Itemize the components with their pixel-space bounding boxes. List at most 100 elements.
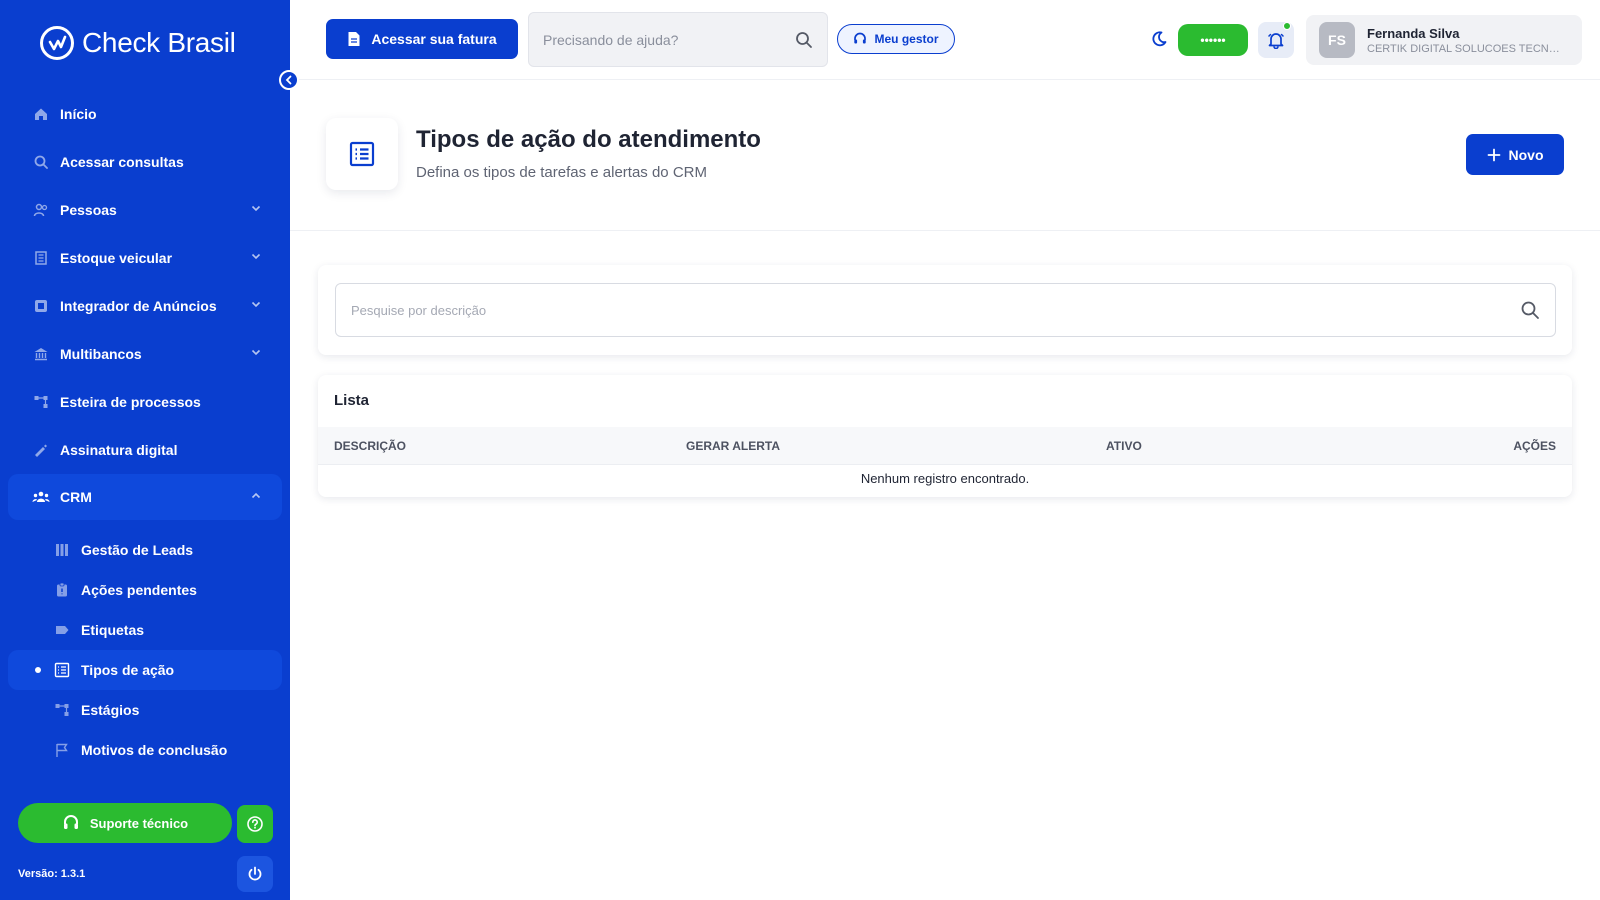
columns-icon <box>53 541 71 559</box>
page-subtitle: Defina os tipos de tarefas e alertas do … <box>416 164 707 181</box>
support-button[interactable]: Suporte técnico <box>18 803 232 843</box>
header-divider <box>290 230 1600 231</box>
description-search-input[interactable] <box>351 302 1520 318</box>
tag-icon <box>53 621 71 639</box>
chevron-down-icon <box>251 301 261 308</box>
dark-mode-toggle[interactable] <box>1148 28 1170 50</box>
column-description[interactable]: DESCRIÇÃO <box>334 439 406 453</box>
search-icon[interactable] <box>1520 300 1540 320</box>
search-icon <box>32 153 50 171</box>
avatar: FS <box>1319 22 1355 58</box>
ads-icon <box>32 297 50 315</box>
headset-icon <box>854 32 867 44</box>
sidebar-subitem-gestao-leads[interactable]: Gestão de Leads <box>8 530 282 570</box>
building-icon <box>32 249 50 267</box>
sidebar-subitem-motivos-conclusao[interactable]: Motivos de conclusão <box>8 730 282 770</box>
headset-icon <box>63 815 78 829</box>
support-label: Suporte técnico <box>89 815 189 831</box>
sidebar-subitem-label: Ações pendentes <box>81 582 197 598</box>
help-search-input[interactable] <box>543 31 795 48</box>
column-active[interactable]: ATIVO <box>1106 439 1142 453</box>
logout-button[interactable] <box>237 856 273 892</box>
page-title: Tipos de ação do atendimento <box>416 126 761 153</box>
topbar: Acessar sua fatura Meu gestor •••••• FS … <box>290 0 1600 80</box>
list-title: Lista <box>334 392 370 409</box>
sidebar-item-acessar-consultas[interactable]: Acessar consultas <box>8 138 282 186</box>
sidebar-subitem-acoes-pendentes[interactable]: Ações pendentes <box>8 570 282 610</box>
brand-name: Check Brasil <box>82 27 236 58</box>
flow-icon <box>32 393 50 411</box>
sidebar-item-multibancos[interactable]: Multibancos <box>8 330 282 378</box>
sidebar-item-label: Integrador de Anúncios <box>60 298 217 314</box>
power-icon <box>248 866 262 881</box>
description-search-box <box>335 283 1556 337</box>
page-header-icon <box>326 118 398 190</box>
access-invoice-label: Acessar sua fatura <box>371 31 497 47</box>
sidebar-subitem-label: Etiquetas <box>81 622 145 638</box>
chevron-left-icon <box>285 75 292 85</box>
chevron-down-icon <box>251 349 261 356</box>
sidebar-item-pessoas[interactable]: Pessoas <box>8 186 282 234</box>
sidebar-item-esteira-processos[interactable]: Esteira de processos <box>8 378 282 426</box>
home-icon <box>32 105 50 123</box>
user-menu[interactable]: FS Fernanda Silva CERTIK DIGITAL SOLUCOE… <box>1306 15 1582 65</box>
chevron-up-icon <box>251 492 261 499</box>
sidebar-item-label: Multibancos <box>60 346 142 362</box>
sidebar-subitem-label: Gestão de Leads <box>81 542 194 558</box>
sidebar-subitem-etiquetas[interactable]: Etiquetas <box>8 610 282 650</box>
my-manager-label: Meu gestor <box>874 32 939 46</box>
sidebar-item-label: Acessar consultas <box>60 154 184 170</box>
sidebar: Check Brasil Início Acessar consultas Pe… <box>0 0 299 900</box>
sidebar-item-label: Início <box>60 106 97 122</box>
list-card: Lista DESCRIÇÃO GERAR ALERTA ATIVO AÇÕES… <box>318 375 1572 497</box>
column-generate-alert[interactable]: GERAR ALERTA <box>686 439 780 453</box>
clipboard-icon <box>53 581 71 599</box>
sidebar-item-label: CRM <box>60 489 92 505</box>
my-manager-button[interactable]: Meu gestor <box>837 24 955 54</box>
sidebar-item-label: Pessoas <box>60 202 117 218</box>
people-group-icon <box>32 488 50 506</box>
chevron-down-icon <box>251 205 261 212</box>
empty-state-message: Nenhum registro encontrado. <box>860 471 1030 486</box>
new-button-label: Novo <box>1508 146 1544 163</box>
active-indicator <box>35 667 41 673</box>
sidebar-subitem-tipos-acao[interactable]: Tipos de ação <box>8 650 282 690</box>
sidebar-nav: Início Acessar consultas Pessoas Estoque… <box>8 90 282 770</box>
list-icon <box>349 141 375 167</box>
sidebar-item-inicio[interactable]: Início <box>8 90 282 138</box>
access-invoice-button[interactable]: Acessar sua fatura <box>326 19 518 59</box>
sidebar-item-assinatura-digital[interactable]: Assinatura digital <box>8 426 282 474</box>
bank-icon <box>32 345 50 363</box>
sidebar-item-label: Assinatura digital <box>60 442 178 458</box>
sidebar-subitem-label: Motivos de conclusão <box>81 742 228 758</box>
sidebar-subitem-label: Estágios <box>81 702 140 718</box>
masked-value-pill[interactable]: •••••• <box>1178 24 1248 56</box>
collapse-sidebar-button[interactable] <box>279 70 299 90</box>
sidebar-item-crm[interactable]: CRM <box>8 474 282 520</box>
question-circle-icon <box>247 816 263 832</box>
brand[interactable]: Check Brasil <box>40 26 236 60</box>
flag-icon <box>53 741 71 759</box>
notifications-button[interactable] <box>1258 22 1294 58</box>
people-icon <box>32 201 50 219</box>
flow-icon <box>53 701 71 719</box>
plus-icon <box>1487 148 1500 161</box>
sidebar-item-estoque-veicular[interactable]: Estoque veicular <box>8 234 282 282</box>
column-actions: AÇÕES <box>1513 439 1556 453</box>
version-label: Versão: 1.3.1 <box>18 868 86 880</box>
user-company: CERTIK DIGITAL SOLUCOES TECNOLOGICAS <box>1367 42 1563 55</box>
notification-badge <box>1283 22 1291 30</box>
new-button[interactable]: Novo <box>1466 134 1564 175</box>
sidebar-subitem-estagios[interactable]: Estágios <box>8 690 282 730</box>
sidebar-subitem-label: Tipos de ação <box>81 662 175 678</box>
help-button[interactable] <box>237 805 273 843</box>
user-name: Fernanda Silva <box>1367 25 1460 41</box>
search-card <box>318 265 1572 355</box>
user-info: Fernanda Silva CERTIK DIGITAL SOLUCOES T… <box>1367 26 1563 55</box>
signature-icon <box>32 441 50 459</box>
sidebar-item-integrador-anuncios[interactable]: Integrador de Anúncios <box>8 282 282 330</box>
search-icon[interactable] <box>795 31 813 49</box>
bell-icon <box>1268 33 1284 49</box>
sidebar-item-label: Estoque veicular <box>60 250 173 266</box>
